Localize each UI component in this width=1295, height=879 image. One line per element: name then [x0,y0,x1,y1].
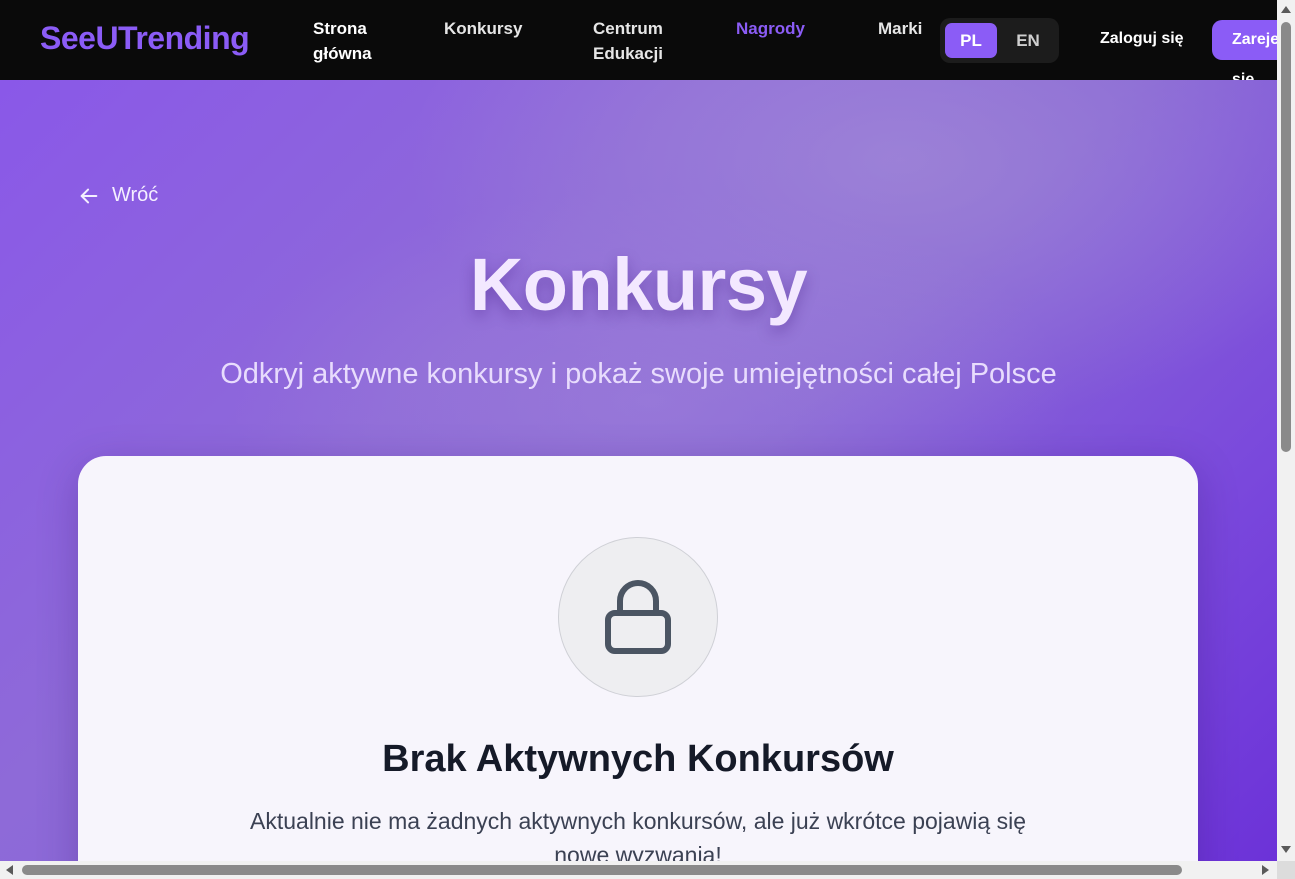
nav-link-education-line2: Edukacji [593,44,663,63]
nav-link-contests[interactable]: Konkursy [444,16,522,41]
empty-state-text: Aktualnie nie ma żadnych aktywnych konku… [250,808,1026,861]
nav-link-home-line2: główna [313,44,372,63]
scroll-down-arrow-icon[interactable] [1281,846,1291,853]
back-link[interactable]: Wróć [78,184,158,207]
language-button-en[interactable]: EN [1002,23,1054,58]
empty-state-title: Brak Aktywnych Konkursów [382,738,894,780]
language-button-pl[interactable]: PL [945,23,997,58]
brand-logo[interactable]: SeeUTrending [40,20,250,57]
scroll-left-arrow-icon[interactable] [6,865,13,875]
language-switcher: PL EN [940,18,1059,63]
page-subtitle: Odkryj aktywne konkursy i pokaż swoje um… [220,358,1057,390]
nav-link-home-line1: Strona [313,19,367,38]
nav-link-brands-label: Marki [878,19,923,38]
nav-link-brands[interactable]: Marki [878,16,922,41]
scroll-up-arrow-icon[interactable] [1281,6,1291,13]
arrow-left-icon [80,188,98,203]
top-navbar: SeeUTrending Strona główna Konkursy Cent… [0,0,1277,80]
horizontal-scroll-thumb[interactable] [22,865,1182,875]
scrollbar-corner [1277,861,1295,879]
nav-link-education[interactable]: Centrum Edukacji [593,16,663,66]
login-link[interactable]: Zaloguj się [1100,30,1184,48]
hero-section: Wróć Konkursy Odkryj aktywne konkursy i … [0,80,1277,861]
scroll-right-arrow-icon[interactable] [1262,865,1269,875]
vertical-scroll-thumb[interactable] [1281,22,1291,452]
horizontal-scrollbar[interactable] [0,861,1277,879]
lock-icon [605,580,671,654]
vertical-scrollbar[interactable] [1277,0,1295,861]
page-title: Konkursy [469,243,808,326]
back-link-label: Wróć [112,184,159,206]
nav-link-rewards[interactable]: Nagrody [736,16,805,41]
nav-link-education-line1: Centrum [593,19,663,38]
nav-link-contests-label: Konkursy [444,19,523,38]
register-button[interactable]: Zarejestruj się [1212,20,1277,80]
nav-link-home[interactable]: Strona główna [313,16,372,66]
empty-state-card: Brak Aktywnych Konkursów Aktualnie nie m… [78,456,1198,861]
nav-link-rewards-label: Nagrody [736,19,805,38]
lock-icon-container [558,537,718,697]
